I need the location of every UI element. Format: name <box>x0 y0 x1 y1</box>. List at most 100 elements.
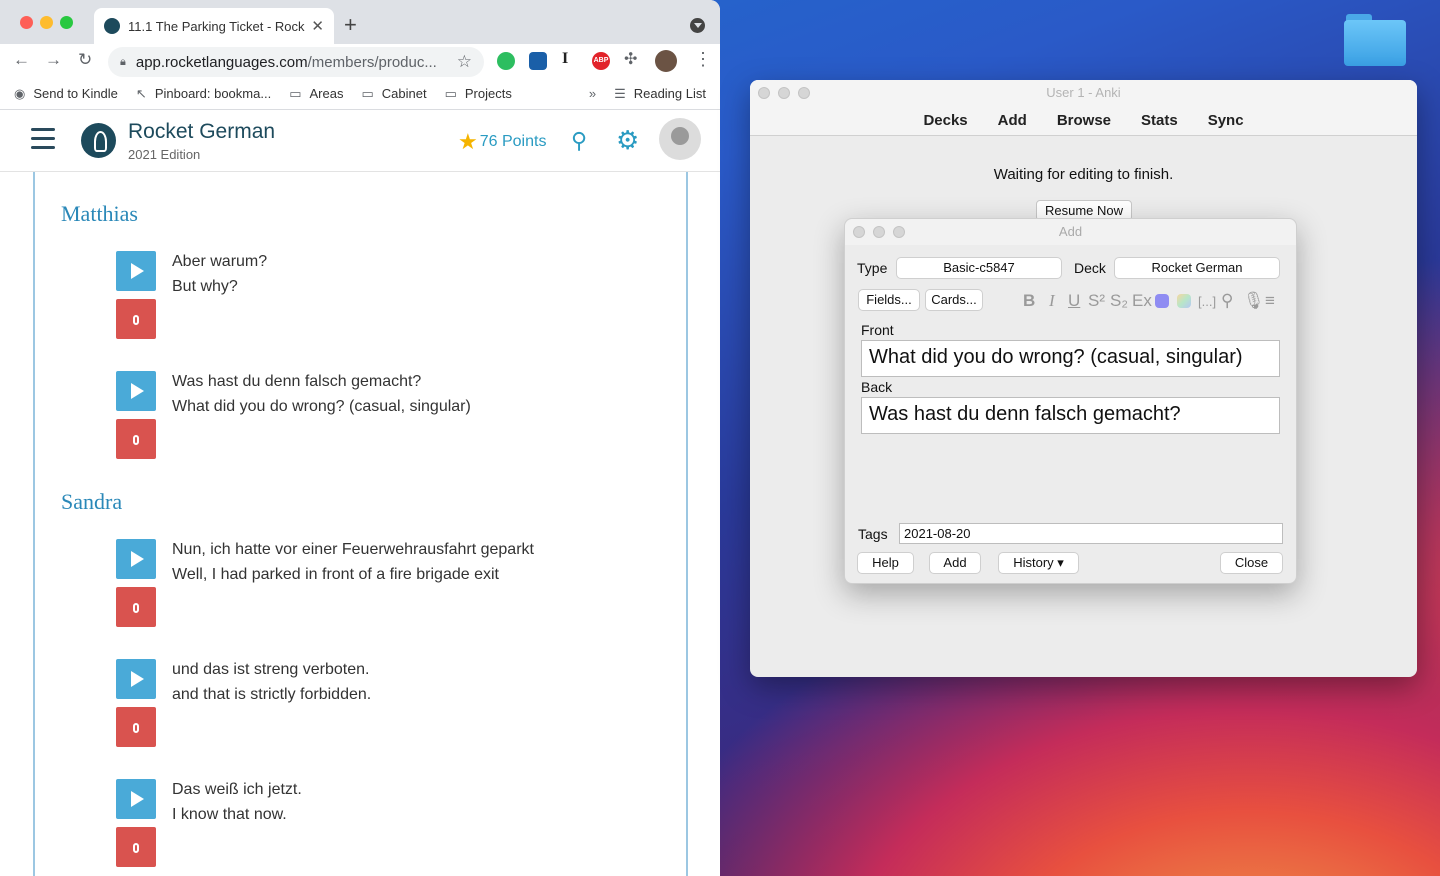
record-mic-button[interactable] <box>116 827 156 867</box>
german-text: Was hast du denn falsch gemacht? <box>172 373 422 390</box>
bookmark-pinboard[interactable]: ↖ Pinboard: bookma... <box>136 86 271 102</box>
bookmark-label: Pinboard: bookma... <box>154 86 272 101</box>
add-button[interactable]: Add <box>929 552 981 574</box>
bookmark-projects[interactable]: ▭ Projects <box>445 86 512 102</box>
front-field[interactable]: What did you do wrong? (casual, singular… <box>861 340 1280 377</box>
microphone-icon <box>133 723 139 733</box>
record-mic-button[interactable] <box>116 587 156 627</box>
bookmark-label: Cabinet <box>381 86 427 101</box>
sync-menu[interactable]: Sync <box>1208 112 1244 135</box>
bookmark-send-to-kindle[interactable]: ◉ Send to Kindle <box>14 86 118 102</box>
bold-icon[interactable]: B <box>1023 291 1035 311</box>
adblock-extension-icon[interactable]: ABP <box>592 52 610 70</box>
new-tab-button[interactable]: + <box>344 12 357 38</box>
more-bookmarks-button[interactable]: » <box>589 86 596 101</box>
help-button[interactable]: Help <box>857 552 914 574</box>
close-tab-icon[interactable]: ✕ <box>311 17 324 35</box>
bookmark-cabinet[interactable]: ▭ Cabinet <box>361 86 426 102</box>
minimize-window-button[interactable] <box>873 226 885 238</box>
underline-icon[interactable]: U <box>1068 291 1080 311</box>
play-button[interactable] <box>116 539 156 579</box>
zoom-window-button[interactable] <box>893 226 905 238</box>
close-window-button[interactable] <box>20 16 33 29</box>
rocket-logo-icon[interactable] <box>81 123 116 158</box>
address-bar[interactable]: 🔒︎ app.rocketlanguages.com/members/produ… <box>108 47 484 77</box>
deck-selector[interactable]: Rocket German <box>1114 257 1280 279</box>
zoom-window-button[interactable] <box>60 16 73 29</box>
folder-icon: ▭ <box>444 85 457 101</box>
bookmark-areas[interactable]: ▭ Areas <box>289 86 343 102</box>
reading-list-button[interactable]: ☰ Reading List <box>614 86 706 102</box>
instapaper-extension-icon[interactable]: I <box>562 50 580 68</box>
browser-tab[interactable]: 11.1 The Parking Ticket - Rocke ✕ <box>94 8 334 44</box>
extensions-puzzle-icon[interactable]: ✣ <box>624 49 642 68</box>
close-window-button[interactable] <box>758 87 770 99</box>
highlight-color-icon[interactable] <box>1177 294 1191 308</box>
text-color-icon[interactable] <box>1155 294 1169 308</box>
back-arrow-icon[interactable]: ← <box>13 50 30 70</box>
add-menu[interactable]: Add <box>998 112 1027 135</box>
history-button[interactable]: History ▾ <box>998 552 1079 574</box>
star-icon: ★ <box>458 129 478 154</box>
close-button[interactable]: Close <box>1220 552 1283 574</box>
subscript-icon[interactable]: S₂ <box>1110 291 1128 311</box>
record-mic-button[interactable] <box>116 707 156 747</box>
brand-title[interactable]: Rocket German <box>128 120 275 144</box>
note-type-selector[interactable]: Basic-c5847 <box>896 257 1062 279</box>
user-avatar[interactable] <box>659 118 701 160</box>
tab-title: 11.1 The Parking Ticket - Rocke <box>128 18 306 34</box>
record-mic-button[interactable] <box>116 419 156 459</box>
back-field[interactable]: Was hast du denn falsch gemacht? <box>861 397 1280 434</box>
speaker-name: Matthias <box>61 201 138 226</box>
play-button[interactable] <box>116 251 156 291</box>
folder-icon[interactable] <box>1344 12 1406 66</box>
edition-label: 2021 Edition <box>128 147 201 162</box>
clear-format-icon[interactable]: Ex <box>1132 291 1152 311</box>
record-mic-button[interactable] <box>116 299 156 339</box>
play-button[interactable] <box>116 371 156 411</box>
tags-input[interactable]: 2021-08-20 <box>899 523 1283 544</box>
anki-toolbar: Decks Add Browse Stats Sync <box>750 106 1417 136</box>
reload-icon[interactable]: ↻ <box>78 50 92 70</box>
superscript-icon[interactable]: S² <box>1088 291 1105 311</box>
speaker-name: Sandra <box>61 489 123 514</box>
stats-menu[interactable]: Stats <box>1141 112 1178 135</box>
german-text: Das weiß ich jetzt. <box>172 781 302 798</box>
italic-icon[interactable]: I <box>1049 291 1055 311</box>
attach-paperclip-icon[interactable]: ⚲ <box>1221 291 1233 311</box>
forward-arrow-icon[interactable]: → <box>45 50 62 70</box>
english-text: What did you do wrong? (casual, singular… <box>172 398 471 415</box>
play-button[interactable] <box>116 659 156 699</box>
dialogue-line: Nun, ich hatte vor einer Feuerwehrausfah… <box>116 539 676 649</box>
browser-toolbar: ← → ↻ 🔒︎ app.rocketlanguages.com/members… <box>0 44 720 78</box>
points-counter[interactable]: ★ 76 Points <box>458 129 546 155</box>
record-audio-icon[interactable]: 🎙︎ <box>1243 291 1265 311</box>
minimize-window-button[interactable] <box>778 87 790 99</box>
browser-menu-icon[interactable]: ⋮ <box>694 49 712 70</box>
browse-menu[interactable]: Browse <box>1057 112 1111 135</box>
microphone-icon <box>133 603 139 613</box>
evernote-extension-icon[interactable] <box>497 52 515 70</box>
cards-button[interactable]: Cards... <box>925 289 983 311</box>
more-options-icon[interactable]: ≡ <box>1265 291 1275 311</box>
tab-search-icon[interactable] <box>690 18 705 33</box>
bookmarks-bar: ◉ Send to Kindle ↖ Pinboard: bookma... ▭ Ar… <box>0 78 720 110</box>
decks-menu[interactable]: Decks <box>923 112 967 135</box>
site-header: Rocket German 2021 Edition ★ 76 Points ⚲… <box>0 110 720 172</box>
gear-icon[interactable]: ⚙ <box>616 125 639 156</box>
fields-button[interactable]: Fields... <box>858 289 920 311</box>
points-label: 76 Points <box>479 133 547 150</box>
trello-extension-icon[interactable] <box>529 52 547 70</box>
zoom-window-button[interactable] <box>798 87 810 99</box>
play-button[interactable] <box>116 779 156 819</box>
cloze-icon[interactable]: [...] <box>1198 294 1216 309</box>
window-title: User 1 - Anki <box>1046 85 1121 100</box>
dialogue-line: Was hast du denn falsch gemacht? What di… <box>116 371 676 481</box>
profile-avatar[interactable] <box>655 50 677 72</box>
microphone-icon <box>133 315 139 325</box>
bookmark-star-icon[interactable]: ☆ <box>457 52 472 72</box>
search-icon[interactable]: ⚲ <box>571 128 587 154</box>
minimize-window-button[interactable] <box>40 16 53 29</box>
hamburger-menu-icon[interactable] <box>31 128 55 155</box>
close-window-button[interactable] <box>853 226 865 238</box>
